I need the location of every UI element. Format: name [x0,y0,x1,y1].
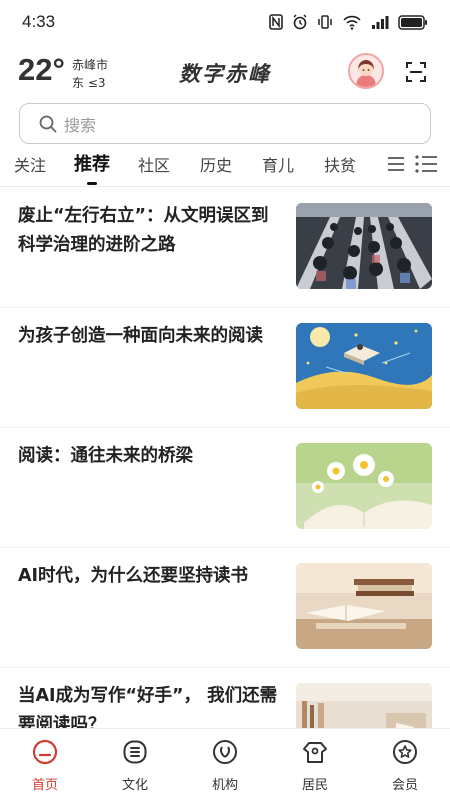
vibrate-icon [318,15,332,29]
news-title[interactable]: 废止“左行右立”：从文明误区到科学治理的进阶之路 [18,202,280,260]
nav-home[interactable]: 首页 [0,729,90,800]
news-thumbnail[interactable] [296,443,432,529]
news-card[interactable]: AI时代，为什么还要坚持读书 [0,548,450,668]
news-title[interactable]: 为孩子创造一种面向未来的阅读 [18,322,280,351]
home-icon [32,739,58,765]
nfc-icon [269,14,283,30]
news-feed: 废止“左行右立”：从文明误区到科学治理的进阶之路 为孩子创造一种面向未来的阅读 … [0,188,450,728]
search-bar[interactable]: 搜索 [19,103,431,144]
nav-member[interactable]: 会员 [360,729,450,800]
signal-icon [372,16,389,29]
institution-icon [213,740,237,764]
news-thumbnail[interactable] [296,323,432,409]
nav-institution-label: 机构 [211,778,238,793]
tab-parenting[interactable]: 育儿 [262,152,294,176]
bottom-nav: 首页 文化 机构 居民 会员 [0,728,450,800]
avatar-illustration [350,55,382,87]
tab-poverty-relief[interactable]: 扶贫 [324,152,356,176]
news-title[interactable]: 阅读：通往未来的桥梁 [18,442,280,471]
tab-menu-icon[interactable] [386,154,406,174]
battery-icon [398,14,427,30]
member-icon [393,740,417,764]
tab-community[interactable]: 社区 [138,152,170,176]
status-bar: 4:33 [0,0,450,44]
nav-culture-label: 文化 [121,778,148,793]
books-on-table-photo [296,563,432,649]
news-card[interactable]: 阅读：通往未来的桥梁 [0,428,450,548]
news-thumbnail[interactable] [296,683,432,728]
tabs-divider [0,186,450,187]
nav-institution[interactable]: 机构 [180,729,270,800]
resident-icon [303,742,327,763]
culture-icon [123,740,147,764]
news-card[interactable]: 废止“左行右立”：从文明误区到科学治理的进阶之路 [0,188,450,308]
weather-city[interactable]: 赤峰市 [72,56,108,73]
wifi-6-icon [343,15,361,30]
tab-follow[interactable]: 关注 [14,152,46,176]
nav-resident-label: 居民 [301,778,328,793]
nav-culture[interactable]: 文化 [90,729,180,800]
active-tab-indicator [87,182,97,185]
daisies-open-book-photo [296,443,432,529]
child-reading-illustration [296,323,432,409]
tab-recommend[interactable]: 推荐 [74,150,110,176]
category-tabs: 关注 推荐 社区 历史 育儿 扶贫 [0,150,450,186]
status-time: 4:33 [22,12,56,31]
weather-temperature[interactable]: 22° [18,52,65,88]
header: 22° 赤峰市 东 ≤3 数字赤峰 [0,48,450,100]
news-card[interactable]: 为孩子创造一种面向未来的阅读 [0,308,450,428]
avatar[interactable] [348,53,384,89]
nav-resident[interactable]: 居民 [270,729,360,800]
news-card[interactable]: 当AI成为写作“好手”， 我们还需要阅读吗？ [0,668,450,728]
status-icons [269,14,428,30]
bookshelf-photo [296,683,432,728]
news-title[interactable]: 当AI成为写作“好手”， 我们还需要阅读吗？ [18,682,280,728]
weather-wind: 东 ≤3 [72,76,106,90]
scan-icon[interactable] [404,60,428,84]
alarm-icon [293,14,307,30]
search-placeholder: 搜索 [64,115,97,135]
tab-history[interactable]: 历史 [200,152,232,176]
nav-member-label: 会员 [391,778,418,793]
search-icon [39,115,57,132]
nav-home-label: 首页 [31,778,58,793]
news-thumbnail[interactable] [296,563,432,649]
news-thumbnail[interactable] [296,203,432,289]
escalator-crowd-photo [296,203,432,289]
channel-list-icon[interactable] [414,154,438,174]
news-title[interactable]: AI时代，为什么还要坚持读书 [18,562,280,591]
